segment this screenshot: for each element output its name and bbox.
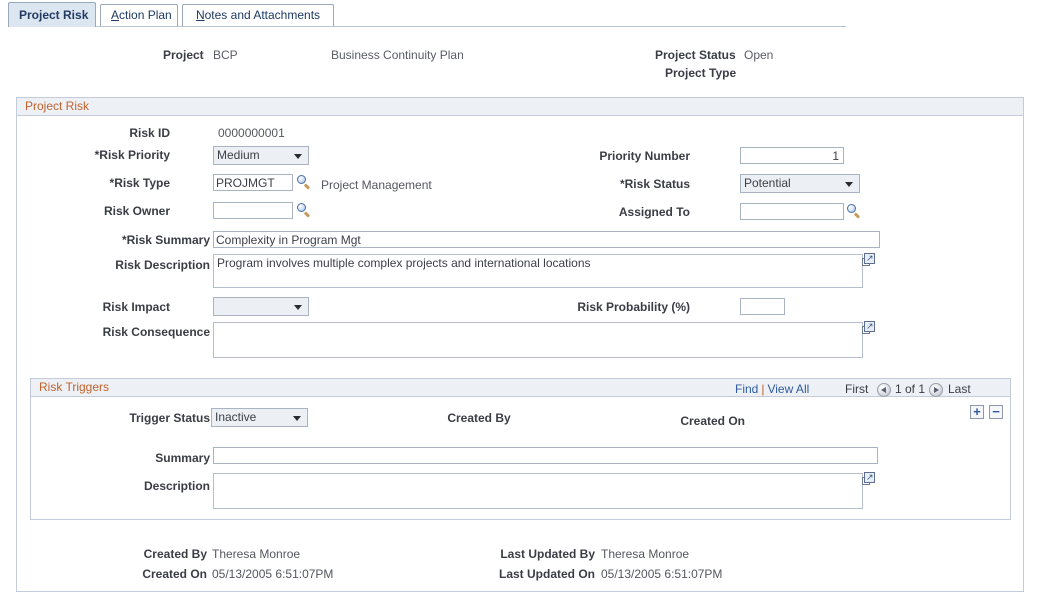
trigger-summary-input[interactable] (213, 447, 878, 464)
assigned-to-input[interactable] (740, 203, 844, 220)
magnifier-handle (304, 211, 310, 217)
trigger-description-label: Description (90, 479, 210, 493)
risk-summary-label: *Risk Summary (60, 233, 210, 247)
risk-summary-input[interactable] (213, 231, 880, 248)
audit-created-on-value: 05/13/2005 6:51:07PM (212, 567, 333, 581)
risk-type-lookup-icon[interactable] (297, 175, 311, 189)
risk-impact-select[interactable] (213, 297, 309, 316)
nav-separator: | (761, 382, 764, 396)
project-risk-section-header: Project Risk (17, 98, 1023, 116)
audit-last-updated-by-label: Last Updated By (430, 547, 595, 561)
risk-status-label: *Risk Status (560, 177, 690, 191)
audit-last-updated-on-value: 05/13/2005 6:51:07PM (601, 567, 722, 581)
chevron-down-icon (294, 305, 302, 310)
risk-owner-label: Risk Owner (60, 204, 170, 218)
risk-description-textarea[interactable] (213, 254, 863, 288)
prev-arrow-glyph (881, 387, 886, 393)
chevron-down-icon (845, 182, 853, 187)
trigger-summary-label: Summary (90, 451, 210, 465)
risk-consequence-textarea[interactable] (213, 322, 863, 358)
expand-arrow-glyph: ↗ (866, 255, 873, 262)
trigger-description-expand-icon[interactable]: ↗ (862, 472, 875, 485)
risk-type-input[interactable] (213, 174, 293, 191)
tab-notes-and-attachments[interactable]: Notes and Attachments (182, 4, 334, 26)
expand-arrow-glyph: ↗ (866, 474, 873, 481)
tab-action-plan[interactable]: Action Plan (100, 4, 178, 26)
chevron-down-icon (294, 154, 302, 159)
audit-created-on-label: Created On (60, 567, 207, 581)
risk-impact-label: Risk Impact (60, 300, 170, 314)
trigger-status-select-value: Inactive (215, 410, 256, 424)
project-description: Business Continuity Plan (331, 48, 464, 62)
project-status-label: Project Status (655, 48, 736, 62)
project-type-label: Project Type (665, 66, 736, 80)
project-status-value: Open (744, 48, 773, 62)
project-description-group: Business Continuity Plan (331, 48, 464, 62)
expand-arrow-glyph: ↗ (866, 323, 873, 330)
assigned-to-lookup-icon[interactable] (847, 204, 861, 218)
risk-id-label: Risk ID (60, 126, 170, 140)
find-link[interactable]: Find (735, 382, 758, 396)
tab-project-risk[interactable]: Project Risk (8, 2, 96, 27)
risk-type-description: Project Management (321, 178, 432, 192)
risk-probability-label: Risk Probability (%) (500, 300, 690, 314)
first-label[interactable]: First (845, 382, 868, 396)
project-label: Project (163, 48, 204, 62)
assigned-to-label: Assigned To (560, 205, 690, 219)
last-label[interactable]: Last (948, 382, 971, 396)
risk-status-select-value: Potential (744, 176, 791, 190)
risk-type-label: *Risk Type (60, 176, 170, 190)
project-risk-section-title: Project Risk (25, 98, 89, 115)
audit-last-updated-by-value: Theresa Monroe (601, 547, 689, 561)
risk-priority-select[interactable]: Medium (213, 146, 309, 165)
risk-priority-label: *Risk Priority (60, 148, 170, 162)
risk-triggers-section-title: Risk Triggers (39, 379, 109, 396)
next-arrow-glyph (934, 387, 939, 393)
trigger-status-select[interactable]: Inactive (211, 408, 308, 427)
add-row-button[interactable]: + (970, 405, 984, 419)
risk-owner-lookup-icon[interactable] (297, 203, 311, 217)
project-status-value-group: Open (744, 48, 773, 62)
trigger-description-textarea[interactable] (213, 473, 863, 509)
priority-number-label: Priority Number (530, 149, 690, 163)
risk-consequence-expand-icon[interactable]: ↗ (862, 321, 875, 334)
prev-arrow-icon[interactable] (877, 383, 891, 397)
risk-description-expand-icon[interactable]: ↗ (862, 253, 875, 266)
project-status-label-group: Project Status (655, 48, 736, 62)
grid-find-link-group: Find|View All (735, 382, 809, 396)
project-value: BCP (213, 48, 238, 62)
project-type-label-group: Project Type (665, 66, 736, 80)
magnifier-handle (854, 212, 860, 218)
chevron-down-icon (293, 416, 301, 421)
project-label-group: Project (163, 48, 204, 62)
trigger-status-label: Trigger Status (90, 411, 210, 425)
risk-consequence-label: Risk Consequence (40, 325, 210, 339)
audit-created-by-value: Theresa Monroe (212, 547, 300, 561)
risk-probability-input[interactable] (740, 298, 785, 315)
tab-strip: Project Risk Action Plan Notes and Attac… (0, 0, 1040, 28)
tab-baseline (8, 26, 846, 27)
audit-created-by-label: Created By (60, 547, 207, 561)
delete-row-button[interactable]: − (989, 405, 1003, 419)
risk-owner-input[interactable] (213, 202, 293, 219)
risk-priority-select-value: Medium (217, 148, 260, 162)
project-value-group: BCP (213, 48, 238, 62)
trigger-created-by-label: Created By (440, 411, 518, 425)
priority-number-input[interactable] (740, 147, 844, 164)
risk-status-select[interactable]: Potential (740, 174, 860, 193)
risk-description-label: Risk Description (60, 258, 210, 272)
next-arrow-icon[interactable] (929, 383, 943, 397)
row-counter: 1 of 1 (895, 382, 925, 396)
risk-id-value: 0000000001 (218, 126, 285, 140)
magnifier-handle (304, 183, 310, 189)
trigger-created-on-label: Created On (620, 414, 745, 428)
view-all-link[interactable]: View All (767, 382, 809, 396)
audit-last-updated-on-label: Last Updated On (430, 567, 595, 581)
